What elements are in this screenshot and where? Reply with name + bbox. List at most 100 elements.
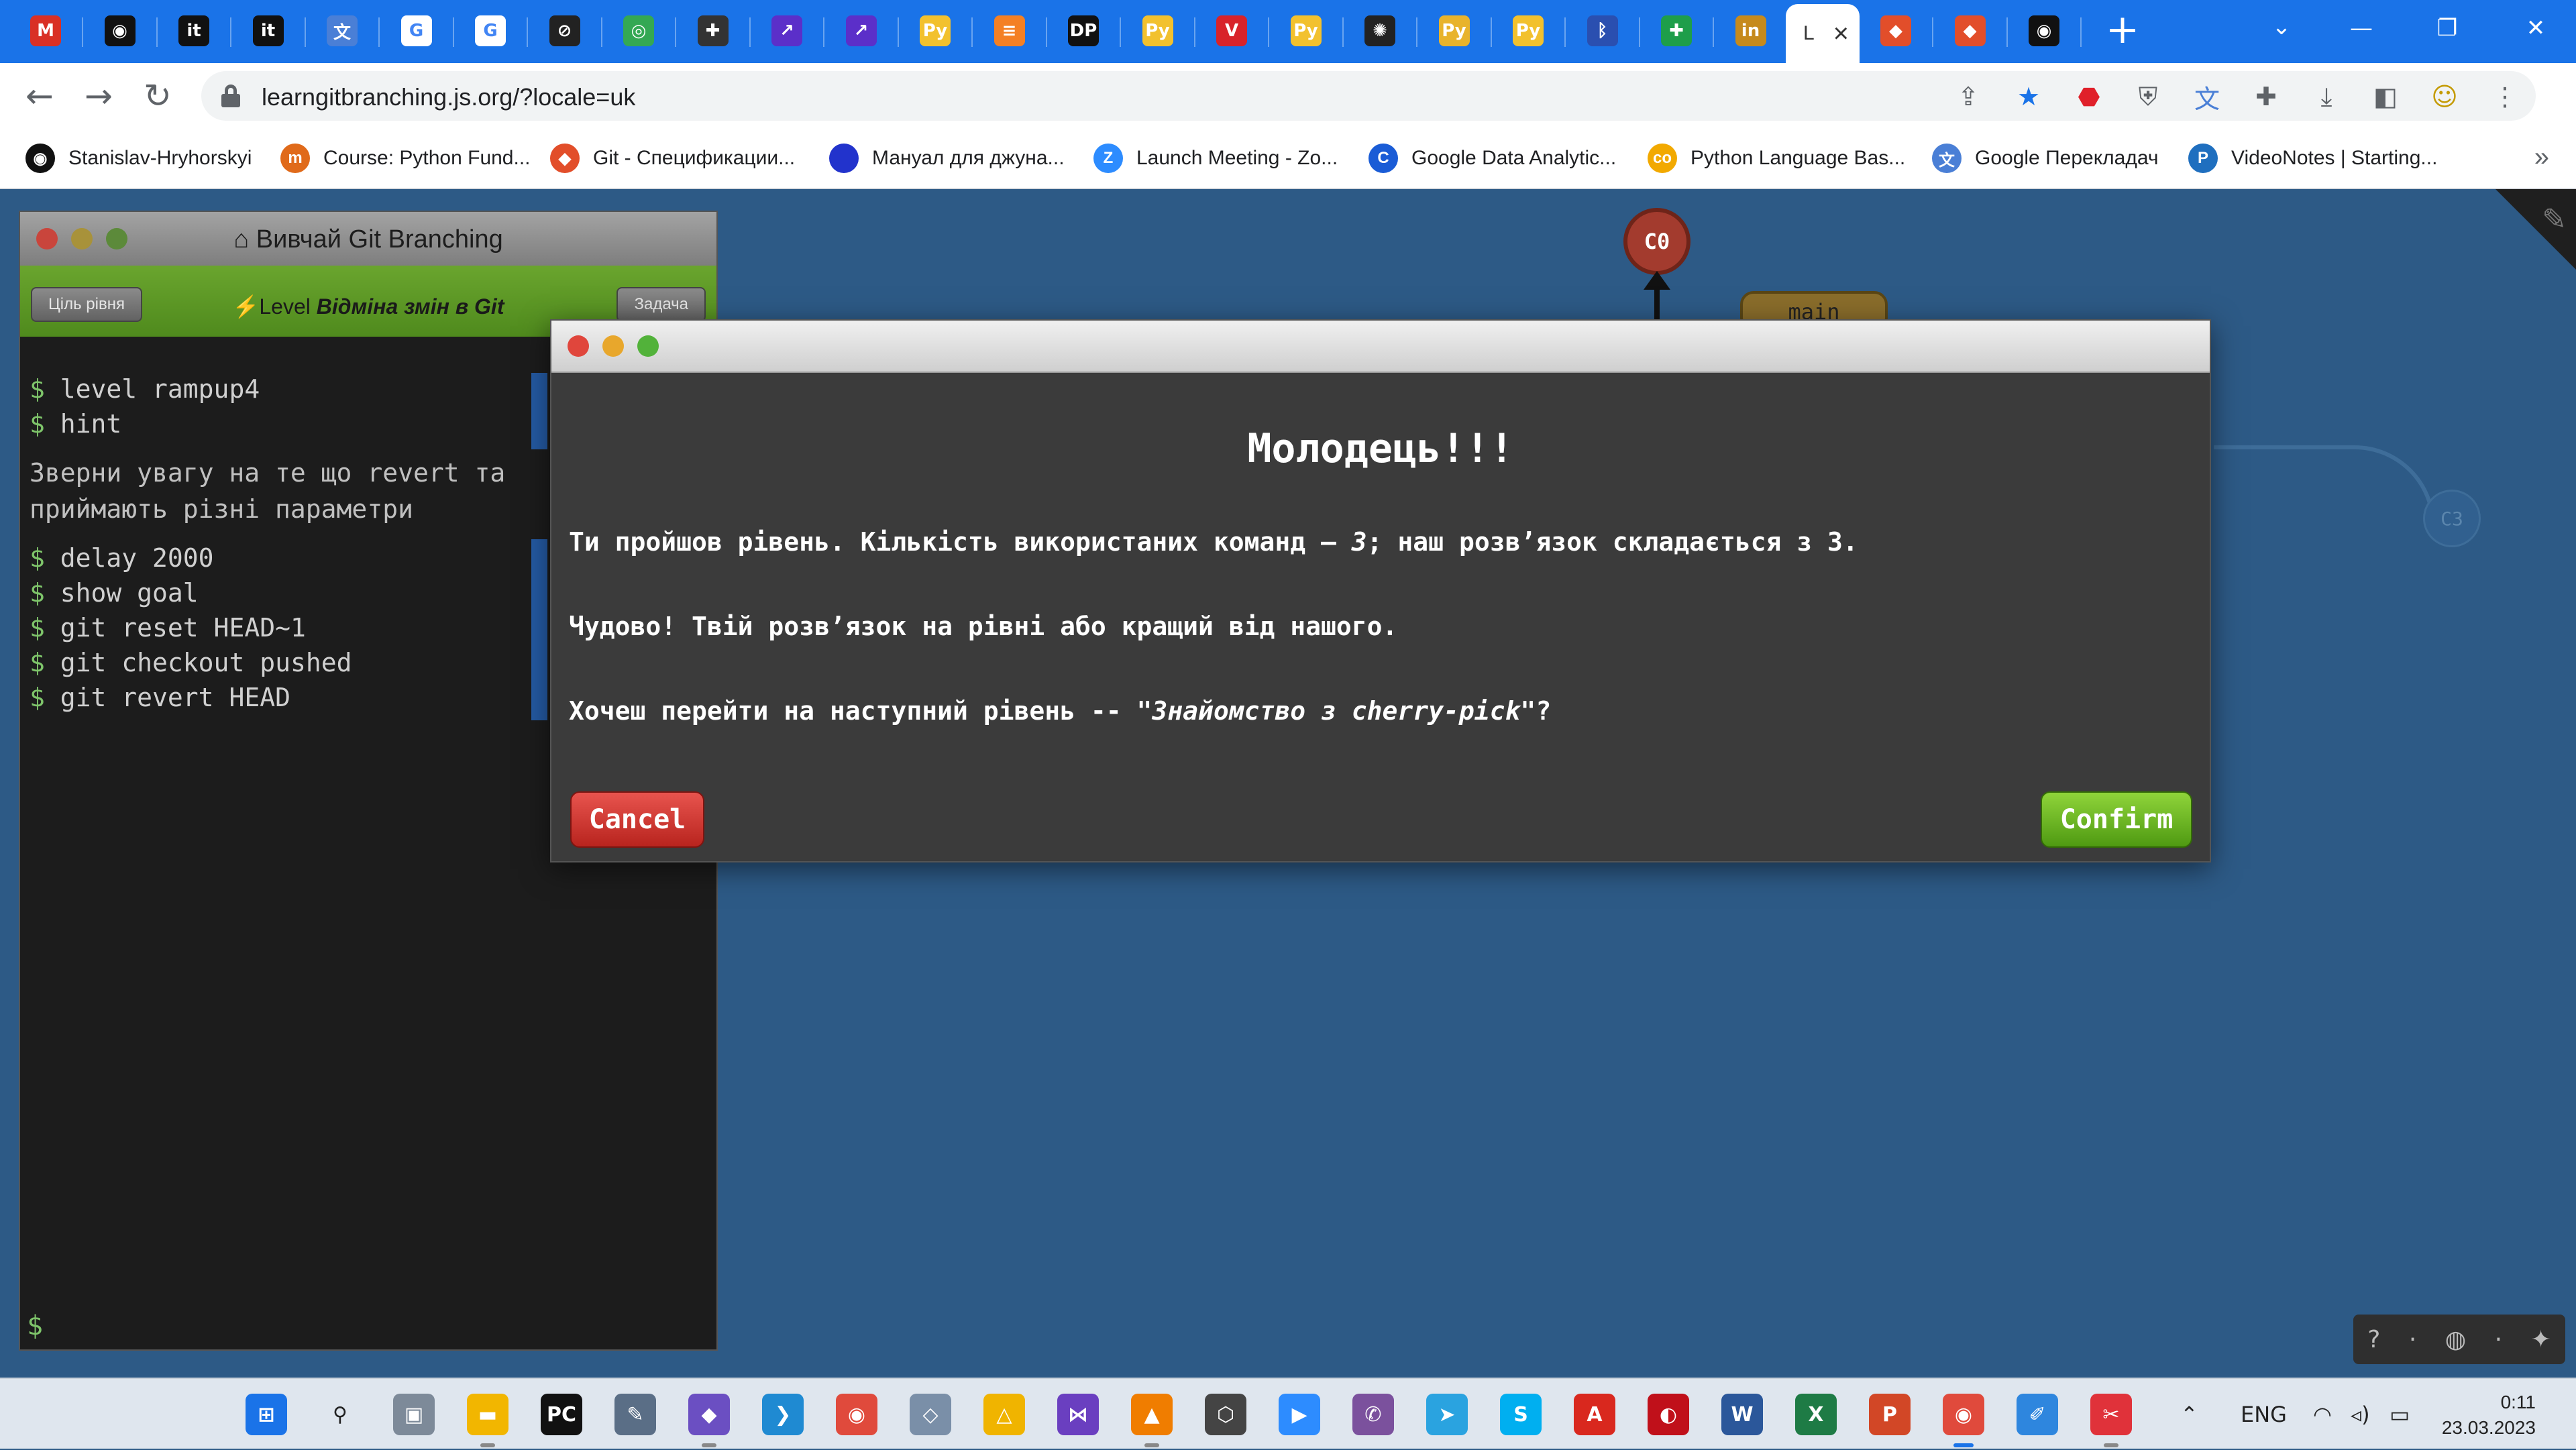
wifi-icon[interactable]: ◠ <box>2313 1402 2332 1427</box>
browser-tab[interactable]: Py <box>1418 4 1491 58</box>
browser-tab[interactable]: ◉ <box>2008 4 2080 58</box>
browser-tab[interactable]: ◉ <box>84 4 156 58</box>
pdf-icon[interactable]: A <box>1574 1394 1615 1435</box>
browser-tab[interactable]: G <box>454 4 527 58</box>
telegram-icon[interactable]: ➤ <box>1426 1394 1468 1435</box>
chevron-up-icon[interactable]: ⌃ <box>2180 1402 2198 1427</box>
profile-avatar-icon[interactable]: ☺ <box>2428 80 2461 113</box>
browser-tab[interactable]: 文 <box>306 4 378 58</box>
translate-extension-icon[interactable]: 文 <box>2191 80 2223 114</box>
adblock-extension-icon[interactable]: ⬣ <box>2073 80 2105 113</box>
bookmark-star-icon[interactable]: ★ <box>2012 80 2045 113</box>
browser-tab[interactable]: ᛒ <box>1566 4 1639 58</box>
lock-icon[interactable] <box>221 85 240 107</box>
chrome-icon[interactable]: ◉ <box>836 1394 877 1435</box>
vlc-icon[interactable]: ▲ <box>1131 1394 1173 1435</box>
active-tab[interactable]: L × <box>1786 4 1860 63</box>
extensions-icon[interactable]: ✚ <box>2250 80 2282 113</box>
close-window-button[interactable]: ✕ <box>2509 7 2563 50</box>
media-icon[interactable]: ◐ <box>1648 1394 1689 1435</box>
browser-tab[interactable]: DP <box>1047 4 1120 58</box>
browser-tab[interactable]: ✚ <box>1640 4 1713 58</box>
browser-tab[interactable]: ◆ <box>1934 4 2006 58</box>
bookmark-item[interactable]: Мануал для джуна... <box>829 141 1065 176</box>
minimize-window-button[interactable]: — <box>2334 7 2388 50</box>
forward-button[interactable]: → <box>76 74 121 118</box>
windows-start-icon[interactable]: ⊞ <box>246 1394 287 1435</box>
skype-icon[interactable]: S <box>1500 1394 1542 1435</box>
globe-icon[interactable]: ◍ <box>2445 1326 2466 1353</box>
shield-extension-icon[interactable]: ⛨ <box>2132 80 2164 113</box>
commit-node-c3[interactable]: C3 <box>2423 490 2481 547</box>
volume-icon[interactable]: ◃) <box>2351 1402 2370 1427</box>
powerpoint-icon[interactable]: P <box>1869 1394 1911 1435</box>
browser-tab[interactable]: V <box>1195 4 1268 58</box>
browser-tab[interactable]: Py <box>1492 4 1564 58</box>
browser-tab[interactable]: ◎ <box>602 4 675 58</box>
close-dot-icon[interactable] <box>568 335 589 357</box>
browser-tab[interactable]: it <box>158 4 230 58</box>
minimize-dot-icon[interactable] <box>602 335 624 357</box>
zoom-icon[interactable]: ▶ <box>1279 1394 1320 1435</box>
git-extensions-icon[interactable]: ◆ <box>688 1394 730 1435</box>
tab-search-chevron-icon[interactable]: ⌄ <box>2265 13 2298 47</box>
battery-icon[interactable]: ▭ <box>2390 1402 2410 1427</box>
bookmark-item[interactable]: C Google Data Analytic... <box>1368 141 1616 176</box>
download-icon[interactable]: ⤓ <box>2310 80 2343 113</box>
sticky-app-icon[interactable]: ◇ <box>910 1394 951 1435</box>
url-text[interactable]: learngitbranching.js.org/?locale=uk <box>262 83 635 111</box>
browser-tab[interactable]: ≡ <box>973 4 1046 58</box>
browser-tab[interactable]: G <box>380 4 453 58</box>
maximize-dot-icon[interactable] <box>637 335 659 357</box>
pycharm-icon[interactable]: PC <box>541 1394 582 1435</box>
visual-studio-icon[interactable]: ⋈ <box>1057 1394 1099 1435</box>
task-button[interactable]: Задача <box>616 287 706 322</box>
snipping-icon[interactable]: ✂ <box>2090 1394 2132 1435</box>
menu-kebab-icon[interactable]: ⋮ <box>2489 80 2521 113</box>
bookmark-item[interactable]: 文 Google Перекладач <box>1932 141 2159 176</box>
back-button[interactable]: ← <box>17 74 62 118</box>
file-explorer-icon[interactable]: ▬ <box>467 1394 508 1435</box>
bookmark-item[interactable]: co Python Language Bas... <box>1648 141 1905 176</box>
wrench-icon[interactable]: ✎ <box>2542 203 2567 237</box>
confirm-button[interactable]: Confirm <box>2041 791 2192 848</box>
notepad-icon[interactable]: ✎ <box>614 1394 656 1435</box>
word-icon[interactable]: W <box>1721 1394 1763 1435</box>
bookmark-item[interactable]: P VideoNotes | Starting... <box>2188 141 2437 176</box>
language-indicator[interactable]: ENG <box>2241 1402 2287 1427</box>
search-icon[interactable]: ⚲ <box>319 1394 361 1435</box>
browser-tab[interactable]: ✚ <box>677 4 749 58</box>
paint-icon[interactable]: ✐ <box>2017 1394 2058 1435</box>
restore-window-button[interactable]: ❐ <box>2420 7 2474 50</box>
bookmark-item[interactable]: ◆ Git - Спецификации... <box>550 141 795 176</box>
task-view-icon[interactable]: ▣ <box>393 1394 435 1435</box>
browser-tab[interactable]: ◆ <box>1860 4 1932 58</box>
browser-tab[interactable]: ↗ <box>751 4 823 58</box>
clock[interactable]: 0:11 23.03.2023 <box>2442 1390 2536 1441</box>
bookmark-item[interactable]: ◉ Stanislav-Hryhorskyi <box>25 141 252 176</box>
share-icon[interactable]: ⇪ <box>1952 80 1984 113</box>
alert-app-icon[interactable]: △ <box>983 1394 1025 1435</box>
browser-tab[interactable]: Py <box>1122 4 1194 58</box>
browser-tab[interactable]: ✺ <box>1344 4 1416 58</box>
browser-tab[interactable]: M <box>9 4 82 58</box>
browser-tab[interactable]: in <box>1715 4 1787 58</box>
browser-tab[interactable]: it <box>232 4 305 58</box>
chrome-icon[interactable]: ◉ <box>1943 1394 1984 1435</box>
excel-icon[interactable]: X <box>1795 1394 1837 1435</box>
close-tab-icon[interactable]: × <box>1833 19 1849 49</box>
command-prompt[interactable]: $ <box>27 1310 43 1341</box>
commit-node-c0[interactable]: C0 <box>1623 208 1690 275</box>
bookmarks-overflow-icon[interactable]: » <box>2534 142 2549 172</box>
twitter-icon[interactable]: ✦ <box>2531 1326 2551 1353</box>
browser-tab[interactable]: ⊘ <box>529 4 601 58</box>
side-panel-icon[interactable]: ◧ <box>2369 80 2402 113</box>
bookmark-item[interactable]: m Course: Python Fund... <box>280 141 531 176</box>
bookmark-item[interactable]: Z Launch Meeting - Zo... <box>1093 141 1338 176</box>
browser-tab[interactable]: Py <box>899 4 971 58</box>
vscode-icon[interactable]: ❯ <box>762 1394 804 1435</box>
address-bar[interactable]: learngitbranching.js.org/?locale=uk ⇪ ★ … <box>201 71 2536 121</box>
reload-button[interactable]: ↻ <box>136 74 180 118</box>
browser-tab[interactable]: Py <box>1270 4 1342 58</box>
viber-icon[interactable]: ✆ <box>1352 1394 1394 1435</box>
